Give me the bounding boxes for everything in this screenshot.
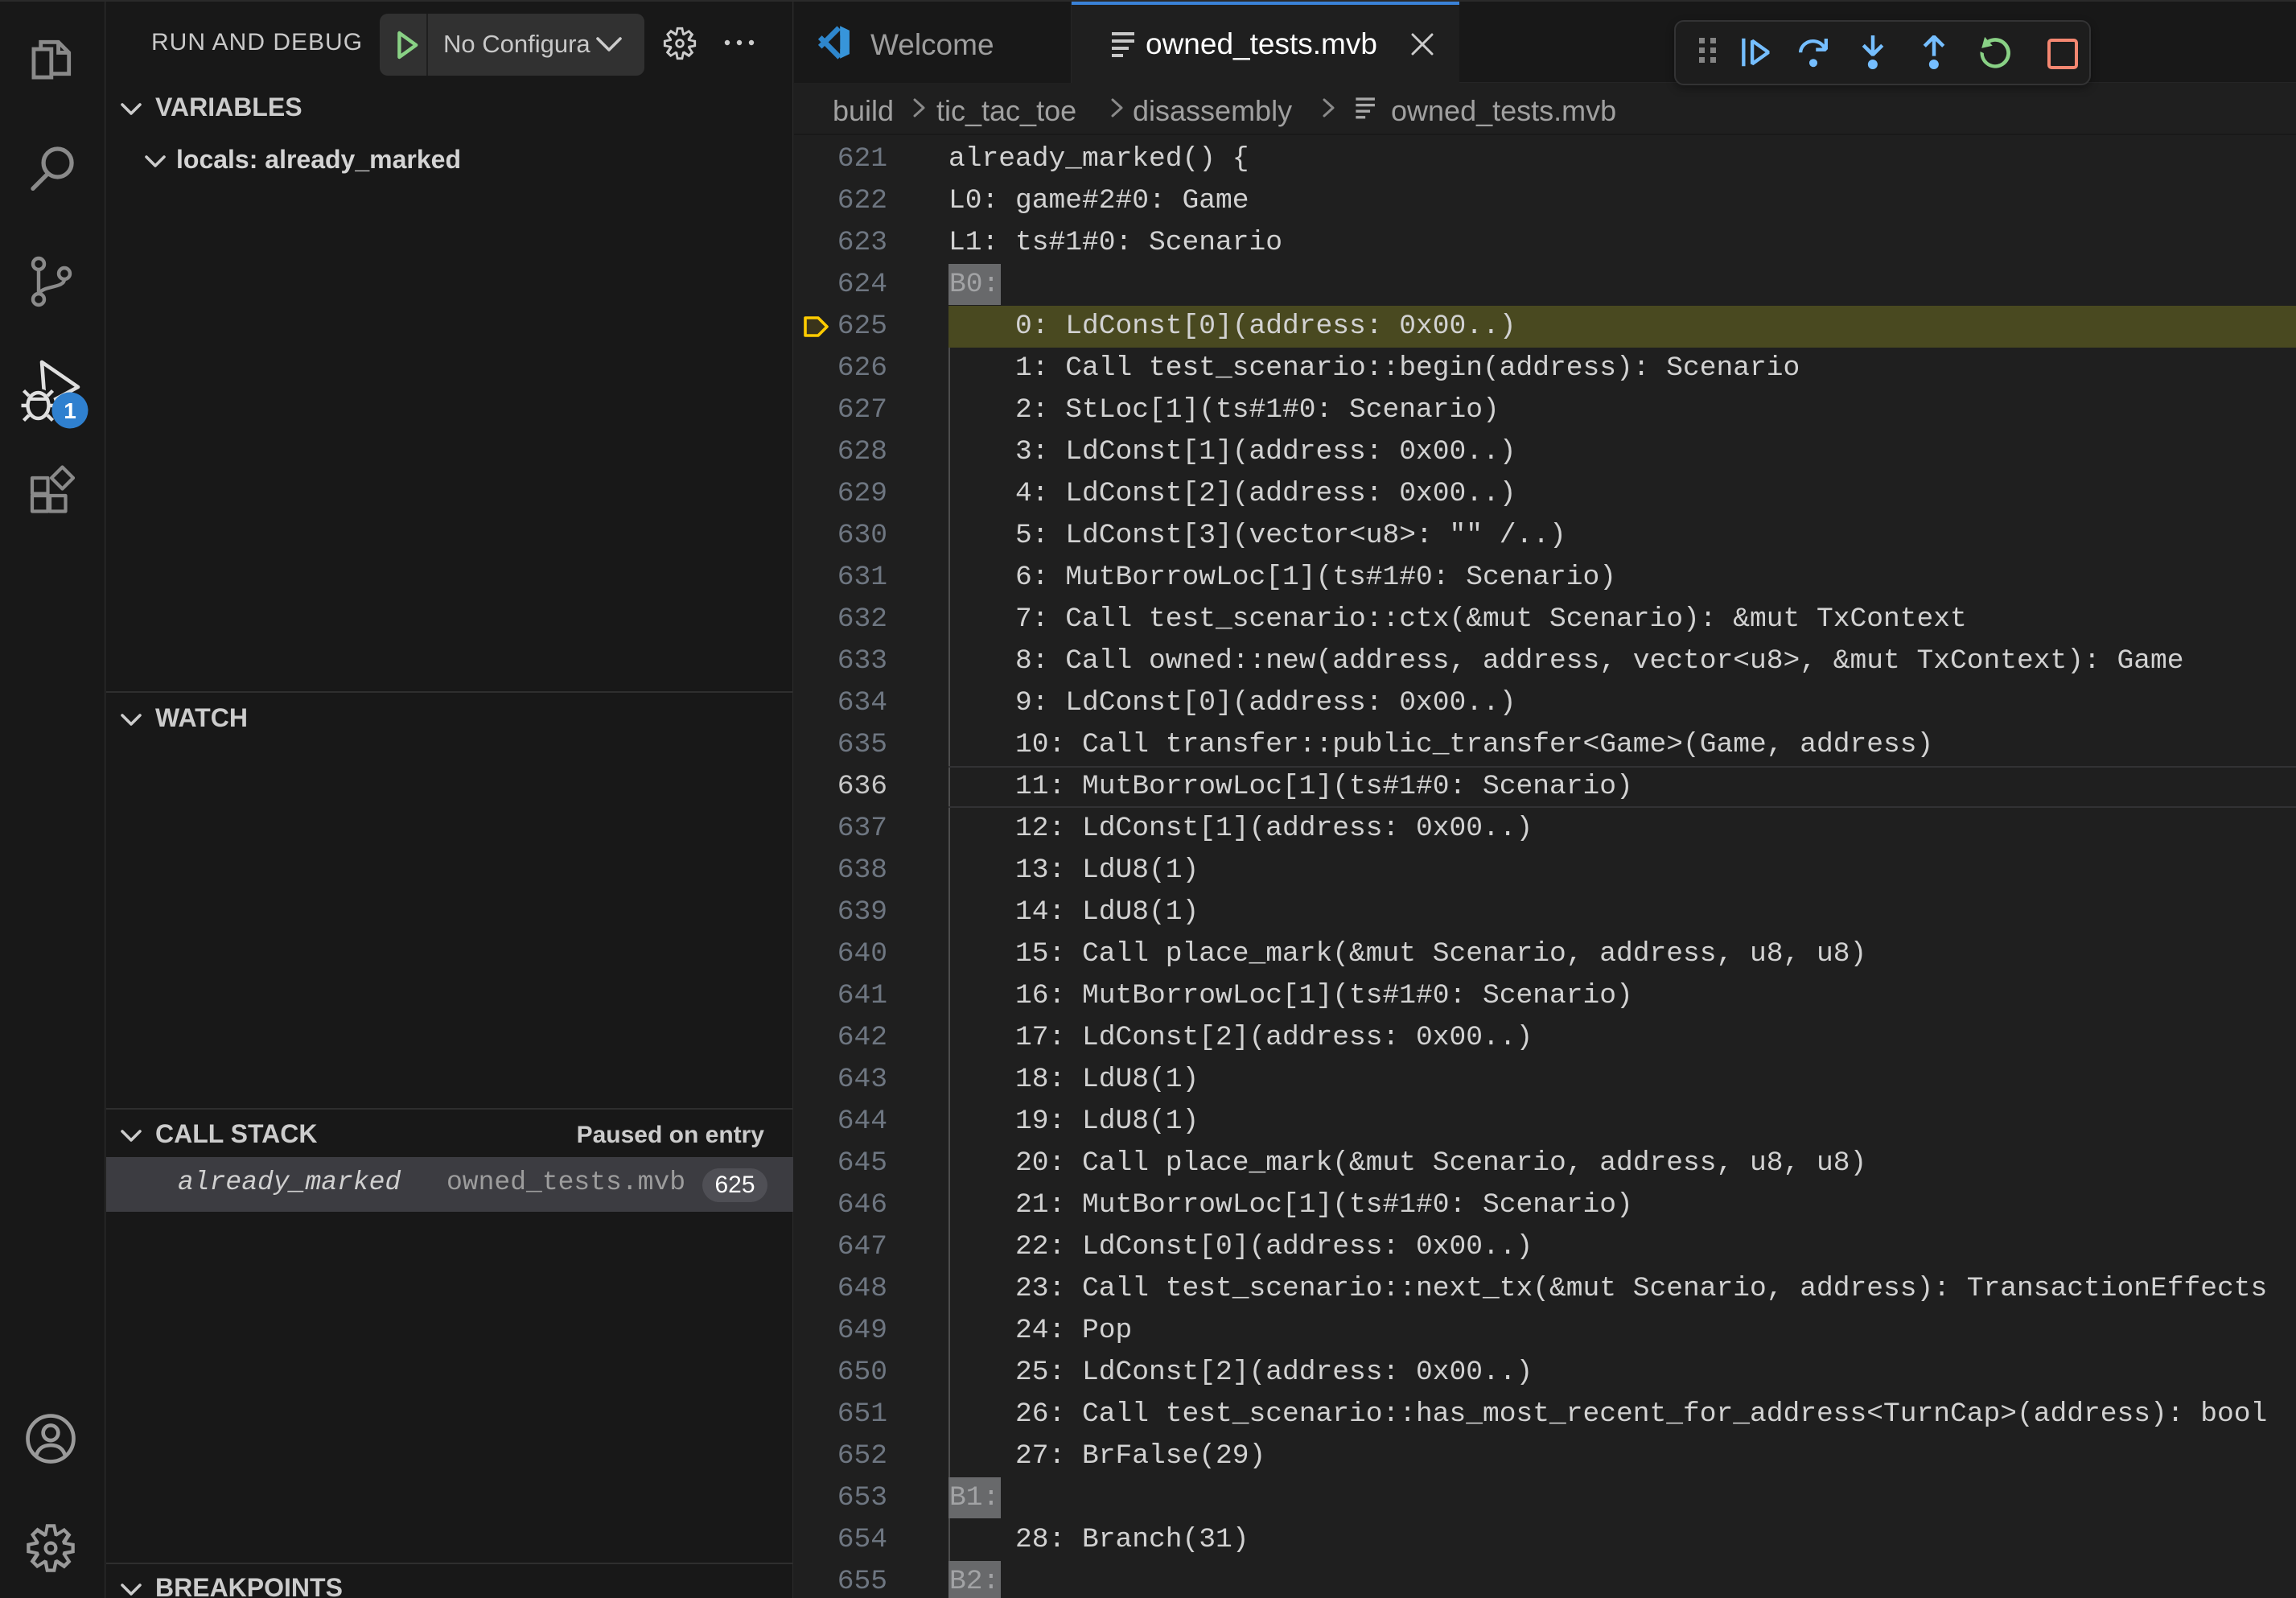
svg-text:1: 1	[64, 398, 76, 423]
